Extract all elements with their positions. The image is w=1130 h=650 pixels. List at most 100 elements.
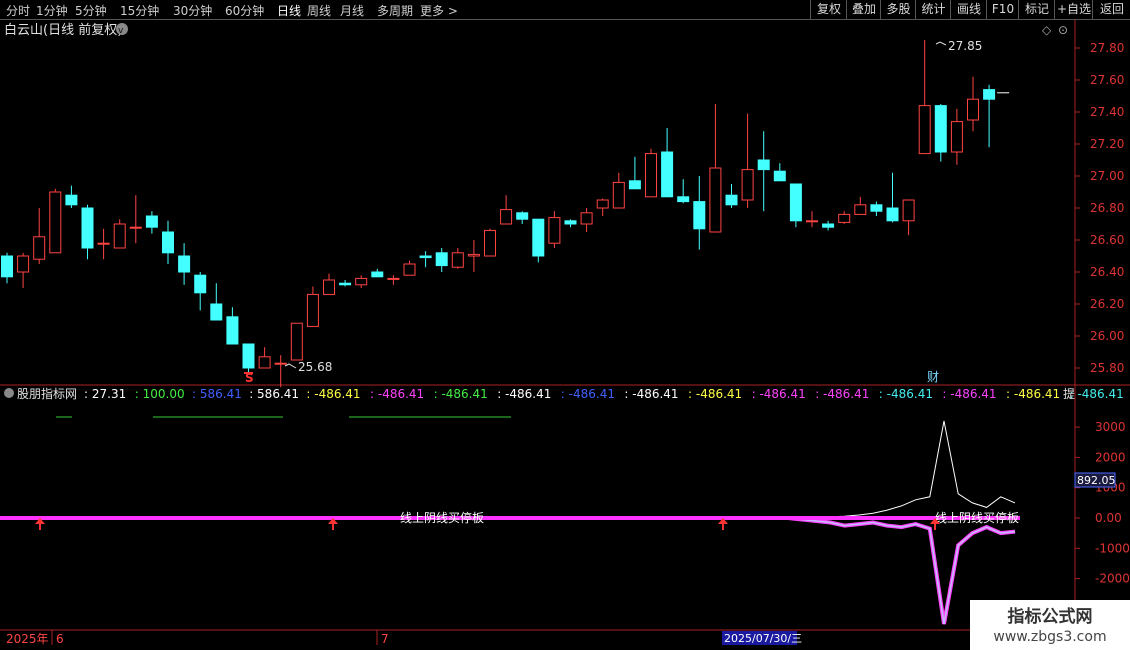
indicator-tick-label: 2000 (1095, 450, 1126, 464)
candle-body (210, 303, 223, 321)
candle-body (548, 217, 561, 244)
watermark-title: 指标公式网 (1007, 607, 1093, 627)
period-tab[interactable]: 5分钟 (75, 2, 107, 19)
candle-body (806, 220, 818, 223)
candle-body (757, 159, 770, 171)
indicator-dropdown-icon[interactable] (4, 388, 14, 398)
candle-body (918, 105, 931, 155)
candle-body (467, 253, 480, 257)
indicator-lower-outer (7, 516, 1016, 625)
candle-body (822, 223, 835, 228)
toolbar-button[interactable]: F10 (986, 0, 1019, 19)
indicator-tick-label: -2000 (1095, 572, 1130, 586)
indicator-value: : -486.41 (561, 387, 615, 401)
toolbar-button[interactable]: 复权 (810, 0, 847, 19)
candle-body (306, 293, 319, 327)
month-label: 6 (56, 632, 64, 646)
candle-body (451, 252, 464, 268)
candle-body (580, 212, 593, 225)
finance-marker[interactable]: 财 (927, 370, 939, 384)
toolbar-button[interactable]: +自选 (1054, 0, 1093, 19)
price-tick-label: 26.40 (1090, 265, 1124, 279)
candle-body (1, 255, 13, 278)
toolbar-button[interactable]: 统计 (915, 0, 951, 19)
period-tab[interactable]: 多周期 (377, 2, 413, 19)
period-tab[interactable]: 周线 (307, 2, 331, 19)
candle-body (628, 180, 641, 190)
period-tab[interactable]: 分时 (6, 2, 30, 19)
indicator-value: : -486.41 (1070, 387, 1124, 401)
s-marker-bar (244, 372, 253, 374)
toolbar-button[interactable]: 画线 (950, 0, 987, 19)
indicator-value: : -486.41 (752, 387, 806, 401)
indicator-value: : -486.41 (688, 387, 742, 401)
indicator-value: : -486.41 (306, 387, 360, 401)
price-tick-label: 27.20 (1090, 137, 1124, 151)
candle-body (355, 277, 368, 286)
candle-body (645, 153, 657, 198)
candle-body (500, 209, 513, 225)
indicator-white-line (7, 420, 1016, 519)
price-tick-label: 27.00 (1090, 169, 1124, 183)
candle-body (65, 194, 78, 206)
period-tab[interactable]: 月线 (340, 2, 364, 19)
indicator-value: : 586.41 (249, 387, 299, 401)
price-axis: 27.80 27.60 27.40 27.20 27.00 26.80 26.60 26.40… (1075, 41, 1124, 375)
period-tab[interactable]: 15分钟 (120, 2, 159, 19)
current-value: 892.05 (1077, 474, 1116, 487)
candle-body (902, 199, 915, 222)
indicator-value: : -486.41 (942, 387, 996, 401)
period-tab[interactable]: 1分钟 (36, 2, 68, 19)
price-tick-label: 26.60 (1090, 233, 1124, 247)
chart-area[interactable]: 白云山(日线 前复权) v ◇ ⊙ 27.8027.6027.4027.2027… (0, 20, 1130, 650)
zero-band (0, 516, 1020, 520)
toolbar-button[interactable]: 返回 (1092, 0, 1130, 19)
toolbar-button[interactable]: 标记 (1018, 0, 1055, 19)
price-tick-label: 26.20 (1090, 297, 1124, 311)
diamond-icon[interactable]: ◇ (1042, 23, 1052, 37)
high-price-label: 27.85 (948, 39, 982, 53)
candle-body (596, 199, 609, 209)
indicator-value: : -486.41 (370, 387, 424, 401)
candle-body (194, 274, 207, 294)
period-tab[interactable]: 日线 (277, 2, 301, 19)
candle-body (226, 316, 239, 345)
candle-body (323, 279, 335, 295)
period-tab[interactable]: 30分钟 (173, 2, 212, 19)
candle-body (274, 362, 287, 365)
toolbar-button[interactable]: 多股 (880, 0, 916, 19)
high-label-arrow (935, 41, 947, 46)
candle-body (17, 255, 30, 273)
candle-body (387, 277, 400, 280)
candle-body (950, 121, 963, 153)
indicator-value: : -486.41 (624, 387, 678, 401)
candle-body (290, 322, 303, 361)
indicator-value: : -486.41 (1006, 387, 1060, 401)
period-toolbar: 分时 1分钟 5分钟 15分钟 30分钟 60分钟 日线 周线 月线 多周期 更多 > 复权 叠加 多股统… (0, 0, 1130, 20)
candle-body (983, 89, 996, 100)
candle-body (484, 229, 496, 257)
candle-body (934, 105, 947, 153)
candle-body (33, 236, 46, 260)
candle-body (49, 191, 62, 254)
toolbar-button[interactable]: 叠加 (846, 0, 881, 19)
candle-body (242, 343, 255, 369)
indicator-trailing-glyph: 提 (1063, 386, 1075, 401)
chevron-down-icon: v (118, 26, 124, 36)
indicator-value: : 100.00 (135, 387, 185, 401)
indicator-values: : 27.31 : 100.00 : 586.41 : 586.41 : -486.41… (84, 387, 1124, 401)
indicator-name: 股朋指标网 (17, 386, 77, 401)
period-tab[interactable]: 60分钟 (225, 2, 264, 19)
candle-body (516, 212, 529, 220)
watermark: 指标公式网 www.zbgs3.com (970, 600, 1130, 650)
candle-body (97, 242, 110, 245)
indicator-axis: 3000200010000.00-1000-2000 (1075, 420, 1130, 586)
price-tick-label: 25.80 (1090, 361, 1124, 375)
indicator-value: : 27.31 (84, 387, 126, 401)
period-tab[interactable]: 更多 > (420, 2, 458, 19)
candle-body (419, 255, 432, 259)
watermark-url: www.zbgs3.com (993, 629, 1107, 645)
indicator-value: : 586.41 (192, 387, 242, 401)
settings-circle-icon[interactable]: ⊙ (1058, 23, 1068, 37)
indicator-tick-label: -1000 (1095, 541, 1130, 555)
